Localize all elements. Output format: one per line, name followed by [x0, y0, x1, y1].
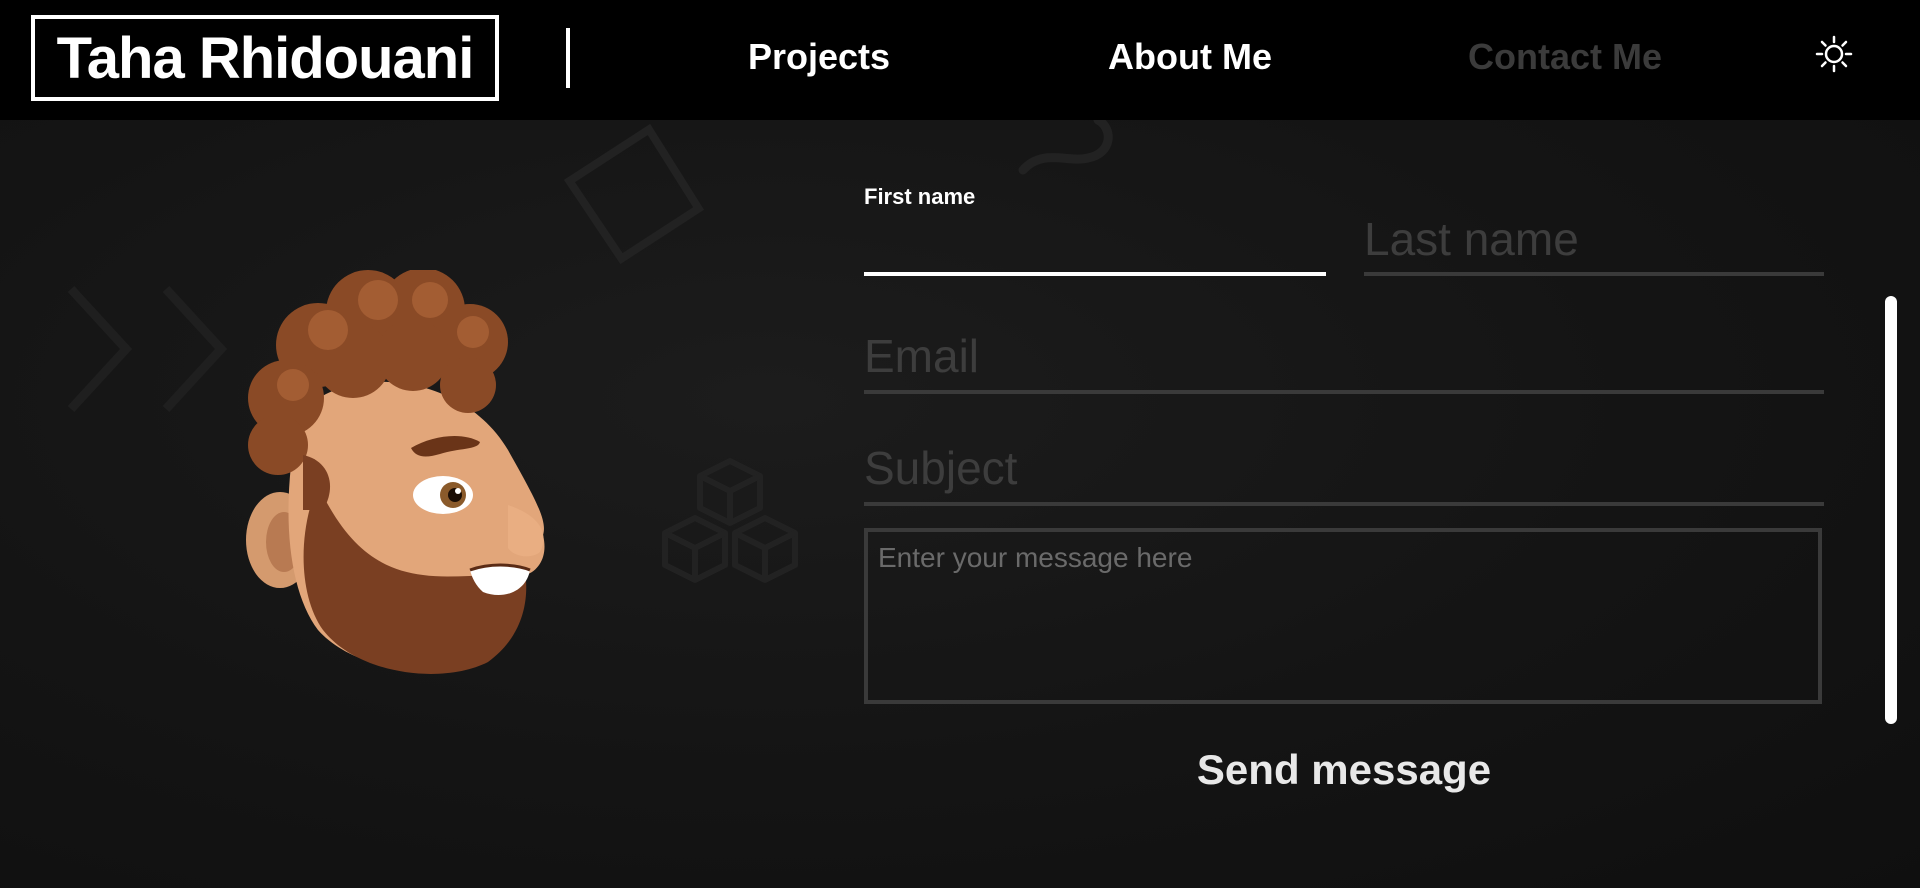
theme-toggle-button[interactable] — [1814, 34, 1854, 74]
contact-form: First name Send message — [864, 160, 1824, 820]
diamond-decoration-icon — [563, 123, 705, 265]
last-name-underline — [1364, 272, 1824, 276]
site-logo[interactable]: Taha Rhidouani — [31, 15, 499, 101]
sun-icon — [1815, 35, 1853, 73]
first-name-field: First name — [864, 180, 1326, 276]
email-field — [864, 308, 1824, 394]
nav-contact-link[interactable]: Contact Me — [1468, 36, 1662, 78]
subject-input[interactable] — [864, 440, 1824, 506]
email-input[interactable] — [864, 328, 1824, 394]
subject-field — [864, 418, 1824, 506]
page-scrollbar[interactable] — [1885, 296, 1897, 724]
first-name-input[interactable] — [864, 226, 1326, 276]
top-navbar: Taha Rhidouani Projects About Me Contact… — [0, 0, 1920, 120]
cubes-decoration-icon — [662, 458, 798, 583]
first-name-underline — [864, 272, 1326, 276]
send-message-button[interactable]: Send message — [864, 740, 1824, 800]
avatar — [246, 270, 545, 674]
last-name-field — [1364, 180, 1824, 276]
first-name-label: First name — [864, 184, 976, 209]
last-name-input[interactable] — [1364, 212, 1824, 276]
email-underline — [864, 390, 1824, 394]
header-divider — [566, 28, 570, 88]
nav-projects-link[interactable]: Projects — [748, 36, 890, 78]
contact-page: Taha Rhidouani Projects About Me Contact… — [0, 0, 1920, 888]
nav-about-link[interactable]: About Me — [1108, 36, 1272, 78]
subject-underline — [864, 502, 1824, 506]
message-textarea[interactable] — [864, 528, 1822, 704]
